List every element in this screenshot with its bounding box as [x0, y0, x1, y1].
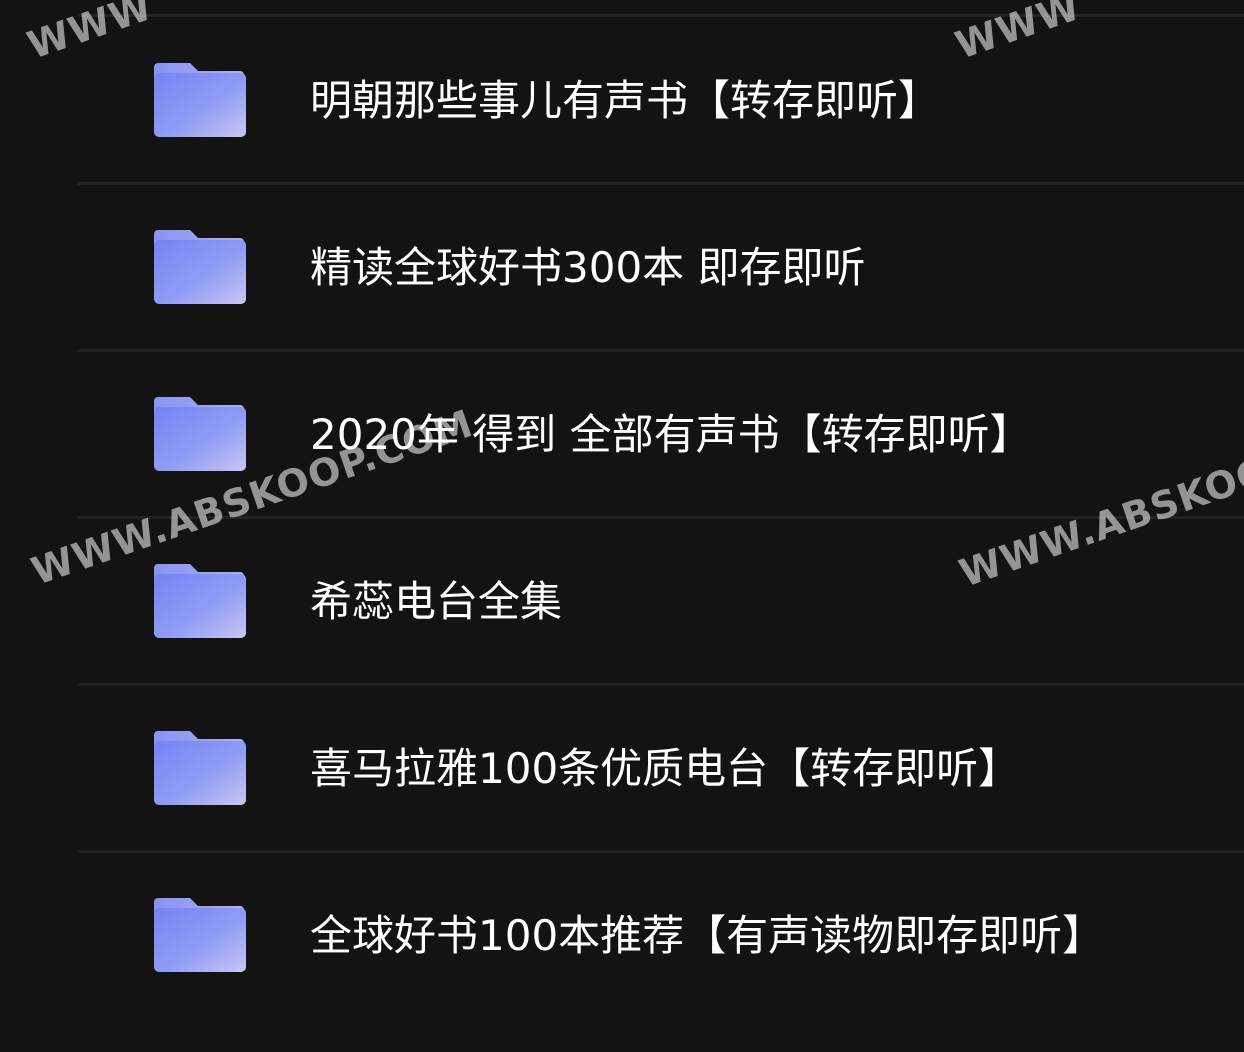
- folder-icon: [154, 729, 246, 805]
- folder-name: 希蕊电台全集: [310, 577, 563, 626]
- folder-name: 喜马拉雅100条优质电台【转存即听】: [310, 744, 1021, 793]
- folder-row[interactable]: 明朝那些事儿有声书【转存即听】: [78, 17, 1244, 181]
- folder-name: 全球好书100本推荐【有声读物即存即听】: [310, 911, 1105, 960]
- folder-icon: [154, 562, 246, 638]
- folder-row[interactable]: 全球好书100本推荐【有声读物即存即听】: [78, 853, 1244, 1017]
- folder-list: 明朝那些事儿有声书【转存即听】 精读全球好书300本 即存即听 2020年 得到…: [0, 0, 1244, 1052]
- folder-row[interactable]: 喜马拉雅100条优质电台【转存即听】: [78, 686, 1244, 850]
- folder-name: 2020年 得到 全部有声书【转存即听】: [310, 410, 1032, 459]
- folder-row[interactable]: 2020年 得到 全部有声书【转存即听】: [78, 352, 1244, 516]
- folder-row[interactable]: 精读全球好书300本 即存即听: [78, 185, 1244, 349]
- folder-name: 精读全球好书300本 即存即听: [310, 243, 866, 292]
- folder-icon: [154, 896, 246, 972]
- folder-icon: [154, 395, 246, 471]
- folder-name: 明朝那些事儿有声书【转存即听】: [310, 76, 941, 125]
- folder-icon: [154, 61, 246, 137]
- folder-row[interactable]: 希蕊电台全集: [78, 519, 1244, 683]
- folder-icon: [154, 228, 246, 304]
